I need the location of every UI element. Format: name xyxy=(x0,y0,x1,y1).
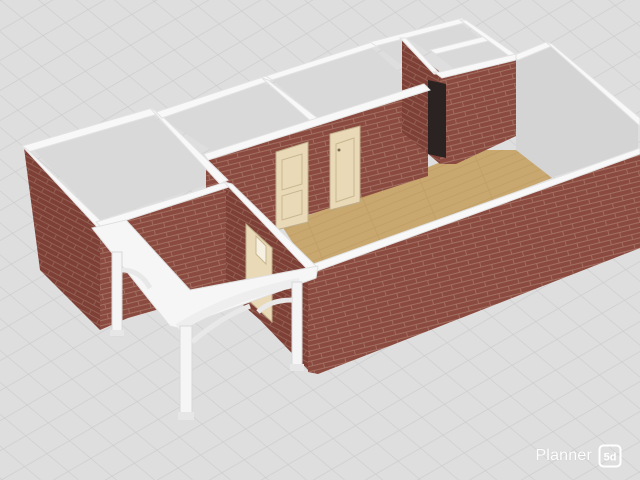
planner-5d-watermark: Planner 5d xyxy=(535,444,622,468)
closet-door-dark[interactable] xyxy=(428,80,446,158)
logo-text: 5d xyxy=(604,452,617,464)
floor-plan-3d-scene[interactable] xyxy=(0,0,640,480)
planner-5d-logo-icon: 5d xyxy=(598,444,622,468)
door-2[interactable] xyxy=(329,125,361,211)
watermark-brand: Planner xyxy=(535,447,592,464)
door-1[interactable] xyxy=(275,141,309,231)
planner-3d-viewport[interactable]: Planner 5d xyxy=(0,0,640,480)
